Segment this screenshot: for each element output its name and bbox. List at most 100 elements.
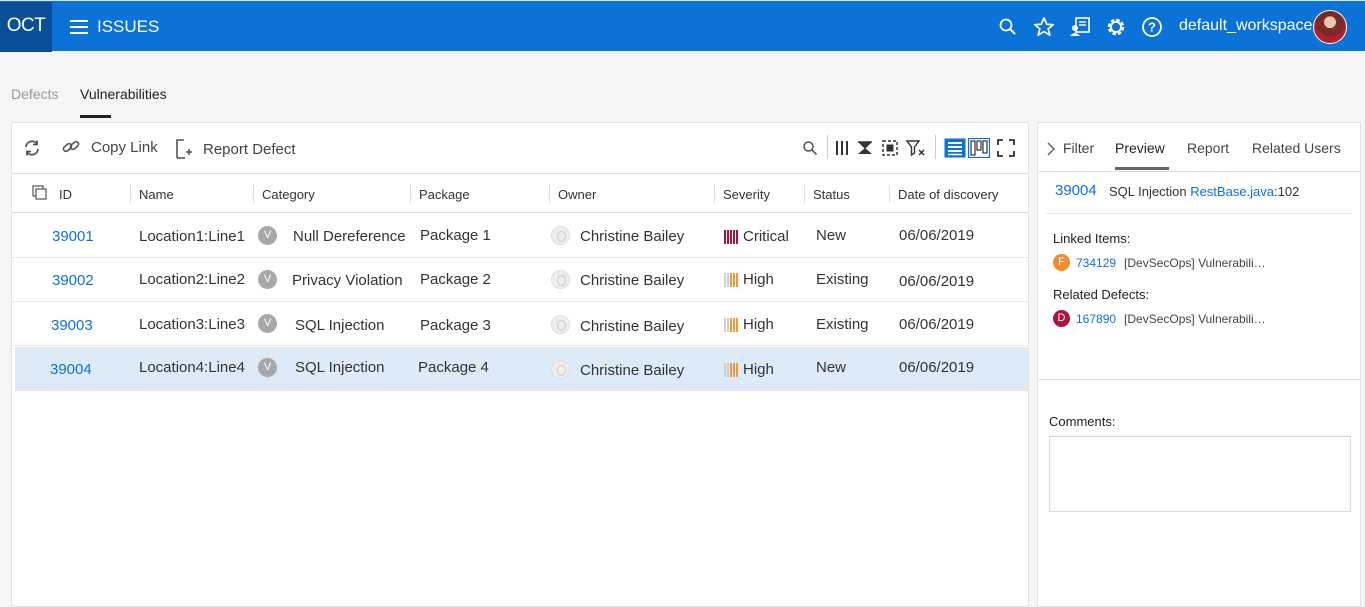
menu-label: ISSUES <box>97 17 160 36</box>
row-name: Location1:Line1 <box>139 228 245 245</box>
col-header-severity[interactable]: Severity <box>723 187 770 202</box>
category-badge: V <box>258 358 277 377</box>
column-divider <box>253 185 254 203</box>
row-name: Location2:Line2 <box>139 271 245 288</box>
vulnerabilities-panel: Copy Link Report Defect ID Name Category… <box>11 122 1029 607</box>
defect-badge: D <box>1053 310 1070 327</box>
col-header-owner[interactable]: Owner <box>558 187 596 202</box>
severity-high-icon <box>724 362 738 377</box>
row-category: SQL Injection <box>295 359 385 376</box>
help-icon[interactable]: ? <box>1140 15 1164 39</box>
report-defect-label: Report Defect <box>203 140 296 158</box>
column-divider <box>714 185 715 203</box>
workspace-selector[interactable]: default_workspace <box>1179 17 1312 35</box>
sort-icon[interactable] <box>855 138 875 158</box>
chevron-right-icon[interactable] <box>1044 139 1058 159</box>
side-tab-related-users[interactable]: Related Users <box>1252 140 1341 156</box>
issues-menu-button[interactable]: ISSUES <box>70 15 159 39</box>
column-divider <box>410 185 411 203</box>
side-divider <box>1038 379 1360 380</box>
col-header-date[interactable]: Date of discovery <box>898 187 998 202</box>
star-icon[interactable] <box>1032 15 1056 39</box>
row-status: New <box>816 227 847 244</box>
grid-toolbar: Copy Link Report Defect <box>12 123 1028 174</box>
severity-indicator: High <box>724 361 774 378</box>
table-row[interactable]: 39002 Location2:Line2 V Privacy Violatio… <box>12 258 1028 302</box>
toolbar-divider <box>935 135 936 159</box>
linked-item-id-link[interactable]: 734129 <box>1076 256 1116 270</box>
side-divider <box>1046 213 1352 214</box>
columns-icon[interactable] <box>832 138 852 158</box>
copy-link-button[interactable]: Copy Link <box>61 138 158 156</box>
row-owner: Christine Bailey <box>580 362 685 379</box>
row-category: Privacy Violation <box>292 272 403 289</box>
preview-id-link[interactable]: 39004 <box>1055 182 1097 199</box>
category-badge: V <box>258 226 277 245</box>
row-id-link[interactable]: 39004 <box>50 361 92 378</box>
side-divider <box>1038 171 1360 172</box>
board-view-icon[interactable] <box>968 138 990 158</box>
row-owner: Christine Bailey <box>580 228 685 245</box>
toolbar-divider <box>827 135 828 159</box>
side-tab-filter[interactable]: Filter <box>1063 140 1094 156</box>
col-header-id[interactable]: ID <box>59 187 72 202</box>
group-icon[interactable] <box>880 138 900 158</box>
tab-defects[interactable]: Defects <box>11 86 58 102</box>
preview-line: :102 <box>1274 184 1300 199</box>
table-row[interactable]: 39001 Location1:Line1 V Null Dereference… <box>12 214 1028 258</box>
row-name: Location4:Line4 <box>139 359 245 376</box>
related-defects-label: Related Defects: <box>1053 287 1150 302</box>
row-status: Existing <box>816 271 869 288</box>
fullscreen-icon[interactable] <box>996 138 1016 158</box>
search-icon[interactable] <box>996 15 1020 39</box>
side-panel: Filter Preview Report Related Users 3900… <box>1037 122 1361 607</box>
row-owner: Christine Bailey <box>580 272 685 289</box>
owner-avatar-icon <box>551 226 570 245</box>
row-category: Null Dereference <box>293 228 406 245</box>
comments-input[interactable] <box>1049 436 1351 512</box>
report-defect-icon <box>176 139 192 159</box>
row-id-link[interactable]: 39001 <box>52 228 94 245</box>
feature-badge: F <box>1053 254 1070 271</box>
preview-file-link[interactable]: RestBase.java <box>1190 184 1274 199</box>
row-category: SQL Injection <box>295 317 385 334</box>
side-tab-preview[interactable]: Preview <box>1115 140 1165 156</box>
column-divider <box>804 185 805 203</box>
row-package: Package 3 <box>420 317 491 334</box>
active-tab-indicator <box>80 115 111 118</box>
app-logo: OCT <box>0 2 52 52</box>
grid-search-icon[interactable] <box>800 138 820 158</box>
gear-icon[interactable] <box>1104 15 1128 39</box>
svg-text:?: ? <box>1148 20 1156 35</box>
tab-vulnerabilities[interactable]: Vulnerabilities <box>80 86 167 102</box>
row-id-link[interactable]: 39002 <box>52 272 94 289</box>
col-header-category[interactable]: Category <box>262 187 315 202</box>
top-bar: OCT ISSUES ? default_workspace <box>0 0 1365 52</box>
dashboard-icon[interactable] <box>1068 15 1092 39</box>
user-avatar[interactable] <box>1313 10 1347 44</box>
row-id-link[interactable]: 39003 <box>51 317 93 334</box>
refresh-icon[interactable] <box>22 138 42 158</box>
category-badge: V <box>258 314 277 333</box>
linked-item: F 734129 [DevSecOps] Vulnerabili… <box>1053 254 1266 271</box>
side-tab-report[interactable]: Report <box>1187 140 1229 156</box>
related-defect-id-link[interactable]: 167890 <box>1076 312 1116 326</box>
preview-title: SQL Injection RestBase.java:102 <box>1109 184 1299 199</box>
select-all-icon[interactable] <box>32 185 48 201</box>
linked-item-text: [DevSecOps] Vulnerabili… <box>1124 255 1266 270</box>
col-header-package[interactable]: Package <box>419 187 470 202</box>
column-divider <box>549 185 550 203</box>
col-header-name[interactable]: Name <box>139 187 174 202</box>
table-row-selected[interactable]: 39004 Location4:Line4 V SQL Injection Pa… <box>15 347 1028 391</box>
severity-critical-icon <box>724 229 738 244</box>
list-view-icon[interactable] <box>944 138 966 158</box>
col-header-status[interactable]: Status <box>813 187 850 202</box>
report-defect-button[interactable]: Report Defect <box>175 138 296 160</box>
table-header: ID Name Category Package Owner Severity … <box>12 175 1028 213</box>
column-divider <box>130 185 131 203</box>
filter-clear-icon[interactable] <box>906 138 926 158</box>
table-row[interactable]: 39003 Location3:Line3 V SQL Injection Pa… <box>12 302 1028 346</box>
row-date: 06/06/2019 <box>899 359 975 376</box>
row-owner: Christine Bailey <box>580 318 685 335</box>
row-status: Existing <box>816 316 869 333</box>
